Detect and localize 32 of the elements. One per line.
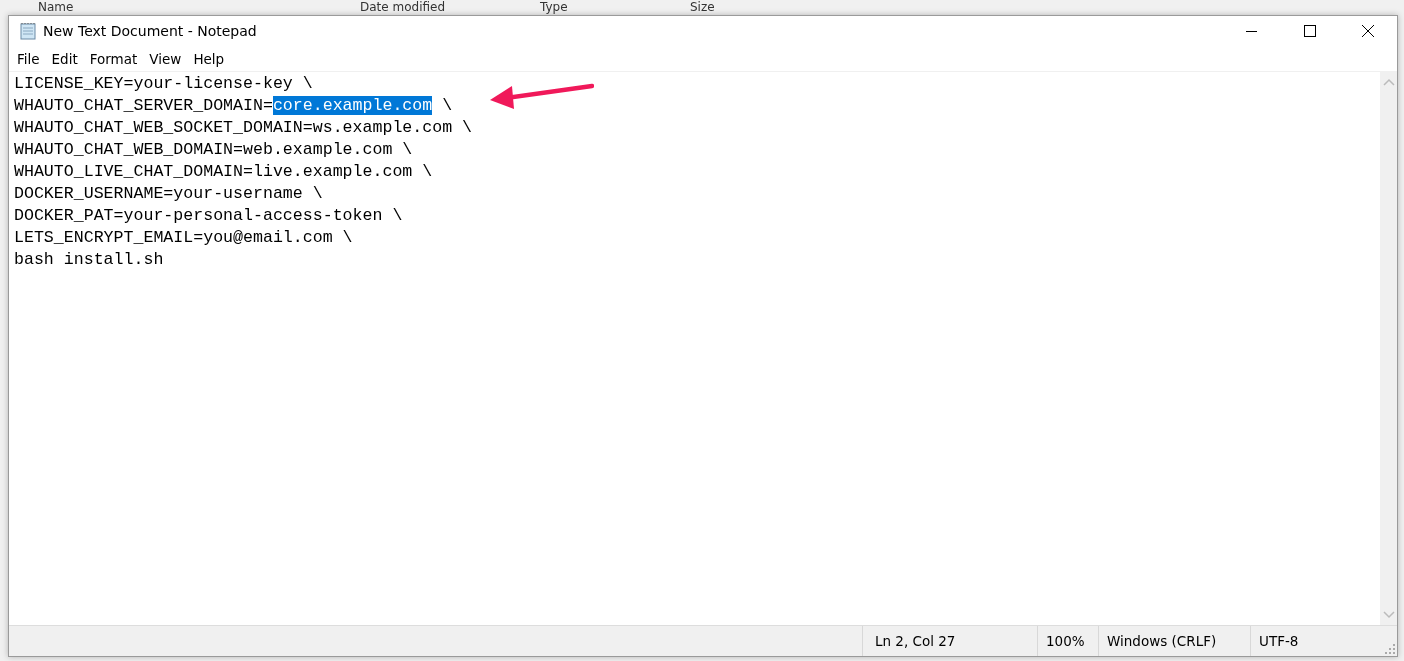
code-line: bash install.sh [14, 249, 164, 271]
column-header[interactable]: Name [38, 0, 360, 15]
menu-item[interactable]: Help [187, 50, 231, 67]
code-line: WHAUTO_CHAT_WEB_DOMAIN=web.example.com \ [14, 139, 413, 161]
resize-grip-icon[interactable] [1385, 644, 1395, 654]
menu-item[interactable]: View [143, 50, 188, 67]
code-text: \ [441, 96, 453, 115]
notepad-icon [19, 22, 37, 40]
code-line: DOCKER_PAT=your-personal-access-token \ [14, 205, 403, 227]
selected-text: core.example.com [272, 96, 433, 115]
close-icon [1362, 25, 1374, 37]
maximize-icon [1304, 25, 1316, 37]
menu-item[interactable]: File [11, 50, 46, 67]
scroll-up-icon[interactable] [1382, 78, 1395, 86]
column-header[interactable]: Date modified [360, 0, 540, 15]
code-line: LETS_ENCRYPT_EMAIL=you@email.com \ [14, 227, 353, 249]
code-line: WHAUTO_LIVE_CHAT_DOMAIN=live.example.com \ [14, 161, 433, 183]
status-text: 100% [1046, 633, 1085, 649]
code-line: DOCKER_USERNAME=your-username \ [14, 183, 323, 205]
window-title: New Text Document - Notepad [43, 23, 257, 39]
vertical-scrollbar[interactable] [1380, 72, 1397, 625]
column-header[interactable]: Type [540, 0, 690, 15]
status-text: Ln 2, Col 27 [875, 633, 956, 649]
menu-item[interactable]: Edit [45, 50, 84, 67]
status-text: Windows (CRLF) [1107, 633, 1217, 649]
scroll-down-icon[interactable] [1382, 611, 1395, 619]
code-line: LICENSE_KEY=your-license-key \ [14, 73, 313, 95]
menu-item[interactable]: Format [83, 50, 144, 67]
code-line: WHAUTO_CHAT_WEB_SOCKET_DOMAIN=ws.example.com \ [14, 117, 473, 139]
column-header[interactable]: Size [690, 0, 715, 15]
code-text: WHAUTO_CHAT_SERVER_DOMAIN= [14, 96, 273, 115]
status-text: UTF-8 [1259, 633, 1299, 649]
